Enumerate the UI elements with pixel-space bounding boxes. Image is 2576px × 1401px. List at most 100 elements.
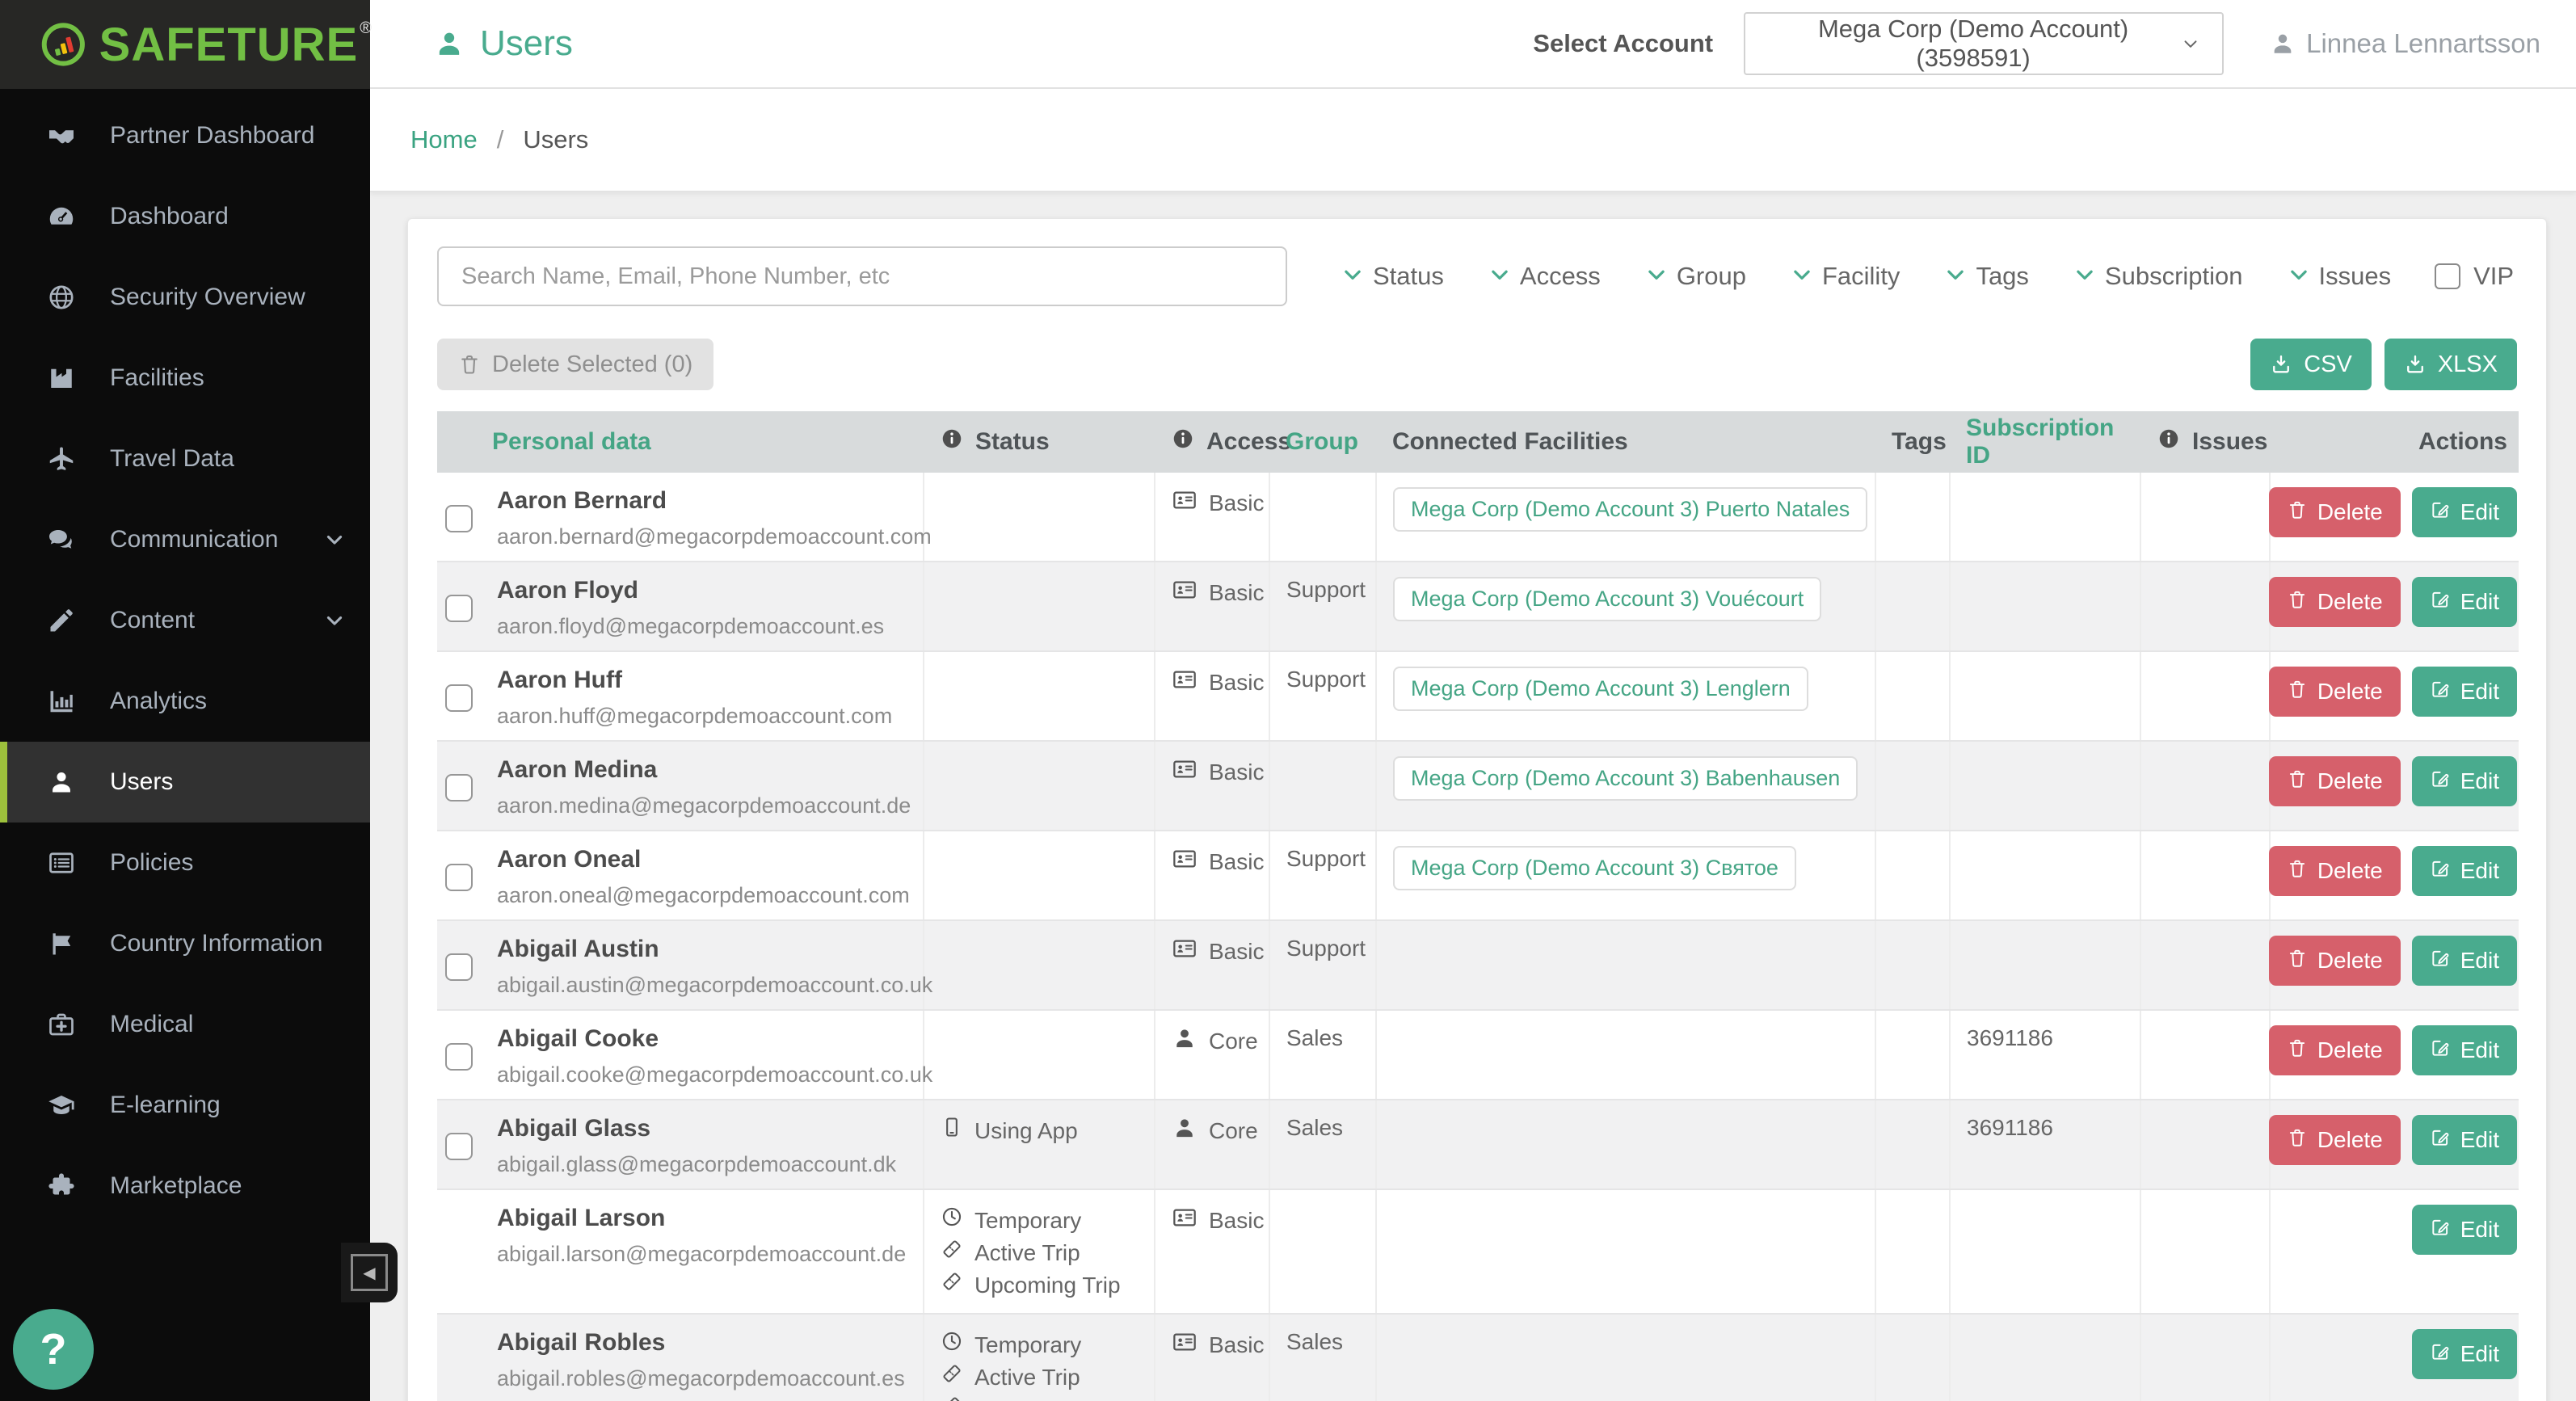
help-button[interactable]: ? — [13, 1309, 94, 1390]
delete-selected-button[interactable]: Delete Selected (0) — [437, 339, 713, 390]
facility-badge[interactable]: Mega Corp (Demo Account 3) Lenglern — [1393, 667, 1808, 711]
row-checkbox[interactable] — [445, 505, 473, 532]
cell-access: Basic — [1155, 651, 1269, 741]
cell-actions: Delete Edit — [2270, 920, 2519, 1010]
user-name: Abigail Cooke — [497, 1025, 923, 1053]
sidebar-item-label: Policies — [110, 849, 193, 877]
row-checkbox[interactable] — [445, 1043, 473, 1071]
delete-button[interactable]: Delete — [2269, 1115, 2401, 1165]
column-header-personal[interactable]: Personal data — [481, 411, 924, 473]
sidebar-collapse-button[interactable]: ◀ — [341, 1243, 398, 1302]
clock-icon — [941, 1205, 963, 1228]
filter-tags[interactable]: Tags — [1943, 262, 2028, 291]
info-icon[interactable] — [1171, 427, 1195, 457]
filter-access[interactable]: Access — [1488, 262, 1601, 291]
sidebar-item-travel-data[interactable]: Travel Data — [0, 419, 370, 499]
row-checkbox[interactable] — [445, 864, 473, 891]
cell-select — [437, 1010, 481, 1100]
edit-button[interactable]: Edit — [2412, 1115, 2517, 1165]
edit-icon — [2430, 948, 2451, 969]
edit-button[interactable]: Edit — [2412, 756, 2517, 806]
export-csv-button[interactable]: CSV — [2250, 339, 2372, 390]
ticket-icon — [941, 1238, 963, 1260]
column-header-subscription[interactable]: Subscription ID — [1950, 411, 2140, 473]
delete-button[interactable]: Delete — [2269, 487, 2401, 537]
delete-label: Delete — [2317, 589, 2383, 615]
facility-badge[interactable]: Mega Corp (Demo Account 3) Puerto Natale… — [1393, 487, 1867, 532]
delete-button[interactable]: Delete — [2269, 846, 2401, 896]
filter-status[interactable]: Status — [1341, 262, 1444, 291]
edit-icon — [2430, 1217, 2451, 1243]
subscription-id: 3691186 — [1967, 1025, 2053, 1050]
sidebar-item-dashboard[interactable]: Dashboard — [0, 176, 370, 257]
edit-button[interactable]: Edit — [2412, 1329, 2517, 1379]
facility-badge[interactable]: Mega Corp (Demo Account 3) Babenhausen — [1393, 756, 1858, 801]
sidebar-item-communication[interactable]: Communication — [0, 499, 370, 580]
sidebar-item-e-learning[interactable]: E-learning — [0, 1065, 370, 1146]
handshake-icon — [47, 121, 76, 150]
edit-button[interactable]: Edit — [2412, 1205, 2517, 1255]
edit-button[interactable]: Edit — [2412, 577, 2517, 627]
delete-button[interactable]: Delete — [2269, 1025, 2401, 1075]
sidebar-item-country-information[interactable]: Country Information — [0, 903, 370, 984]
cell-actions: Edit — [2270, 1189, 2519, 1314]
export-xlsx-label: XLSX — [2438, 351, 2498, 378]
facility-badge[interactable]: Mega Corp (Demo Account 3) Vouécourt — [1393, 577, 1821, 621]
delete-button[interactable]: Delete — [2269, 577, 2401, 627]
filter-subscription[interactable]: Subscription — [2073, 262, 2243, 291]
row-checkbox[interactable] — [445, 684, 473, 712]
account-select[interactable]: Mega Corp (Demo Account) (3598591) — [1744, 12, 2224, 75]
edit-button[interactable]: Edit — [2412, 1025, 2517, 1075]
access-label: Basic — [1209, 1332, 1264, 1358]
column-label: Actions — [2418, 428, 2507, 456]
trash-icon — [2287, 948, 2308, 969]
delete-button[interactable]: Delete — [2269, 936, 2401, 986]
info-icon[interactable] — [2157, 427, 2181, 457]
sidebar-item-policies[interactable]: Policies — [0, 823, 370, 903]
filter-label: Tags — [1976, 262, 2028, 291]
cell-group: Support — [1269, 651, 1376, 741]
info-icon[interactable] — [940, 427, 964, 457]
sidebar-item-analytics[interactable]: Analytics — [0, 661, 370, 742]
filter-facility[interactable]: Facility — [1790, 262, 1900, 291]
sidebar-item-content[interactable]: Content — [0, 580, 370, 661]
facility-badge[interactable]: Mega Corp (Demo Account 3) Святое — [1393, 846, 1796, 890]
delete-button[interactable]: Delete — [2269, 667, 2401, 717]
search-input[interactable] — [437, 246, 1287, 306]
chevron-down-icon — [1488, 263, 1512, 291]
sidebar-item-partner-dashboard[interactable]: Partner Dashboard — [0, 95, 370, 176]
export-xlsx-button[interactable]: XLSX — [2384, 339, 2517, 390]
puzzle-icon — [44, 1172, 79, 1201]
delete-label: Delete — [2317, 1127, 2383, 1153]
filter-group[interactable]: Group — [1644, 262, 1746, 291]
filter-issues[interactable]: Issues — [2287, 262, 2392, 291]
sidebar-item-facilities[interactable]: Facilities — [0, 338, 370, 419]
sidebar-item-users[interactable]: Users — [0, 742, 370, 823]
delete-label: Delete — [2317, 948, 2383, 974]
chevron-down-icon — [1341, 263, 1365, 287]
row-checkbox[interactable] — [445, 595, 473, 622]
row-checkbox[interactable] — [445, 953, 473, 981]
sidebar-item-security-overview[interactable]: Security Overview — [0, 257, 370, 338]
id-card-icon — [1172, 936, 1198, 961]
cell-tags — [1875, 920, 1950, 1010]
edit-button[interactable]: Edit — [2412, 487, 2517, 537]
edit-button[interactable]: Edit — [2412, 936, 2517, 986]
user-email: abigail.glass@megacorpdemoaccount.dk — [497, 1152, 923, 1177]
cell-subscription-id: 3691186 — [1950, 1010, 2140, 1100]
sidebar-item-medical[interactable]: Medical — [0, 984, 370, 1065]
delete-button[interactable]: Delete — [2269, 756, 2401, 806]
edit-icon — [2430, 499, 2451, 526]
row-checkbox[interactable] — [445, 1133, 473, 1160]
column-header-group[interactable]: Group — [1269, 411, 1376, 473]
edit-button[interactable]: Edit — [2412, 667, 2517, 717]
user-icon — [433, 27, 465, 60]
brand[interactable]: SAFETURE ® — [0, 0, 370, 89]
vip-checkbox[interactable] — [2435, 263, 2460, 289]
sidebar-item-marketplace[interactable]: Marketplace — [0, 1146, 370, 1226]
row-checkbox[interactable] — [445, 774, 473, 801]
breadcrumb-home-link[interactable]: Home — [410, 125, 478, 154]
vip-filter[interactable]: VIP — [2435, 262, 2514, 291]
edit-button[interactable]: Edit — [2412, 846, 2517, 896]
current-user[interactable]: Linnea Lennartsson — [2269, 28, 2540, 59]
